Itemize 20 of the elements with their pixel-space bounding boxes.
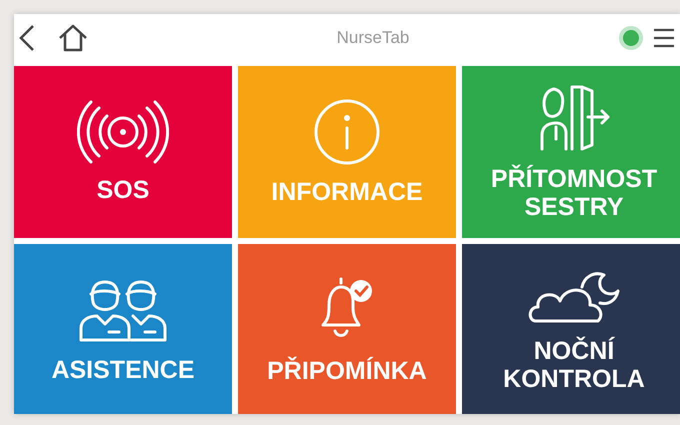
menu-icon[interactable]	[654, 26, 676, 50]
tile-label: PŘIPOMÍNKA	[267, 357, 427, 385]
tile-label: PŘÍTOMNOST	[490, 165, 658, 193]
tile-label: INFORMACE	[271, 178, 423, 206]
status-dot-icon	[618, 25, 644, 51]
tile-label: ASISTENCE	[51, 356, 195, 384]
menu-tile[interactable]: INFORMACE	[238, 66, 456, 238]
menu-tile[interactable]: SOS	[14, 66, 232, 238]
menu-tile[interactable]: ASISTENCE	[14, 244, 232, 414]
tile-label: NOČNÍ	[534, 337, 614, 365]
tile-label: SOS	[96, 176, 150, 204]
menu-tile[interactable]: PŘIPOMÍNKA	[238, 244, 456, 414]
info-icon	[313, 98, 381, 166]
app-title: NurseTab	[336, 27, 410, 50]
tile-label: SESTRY	[524, 193, 624, 221]
menu-tile[interactable]: NOČNÍ KONTROLA	[462, 244, 680, 414]
alarm-signal-icon	[77, 100, 169, 164]
tile-label: KONTROLA	[503, 365, 645, 393]
home-icon[interactable]	[58, 23, 88, 53]
menu-tile[interactable]: PŘÍTOMNOST SESTRY	[462, 66, 680, 238]
